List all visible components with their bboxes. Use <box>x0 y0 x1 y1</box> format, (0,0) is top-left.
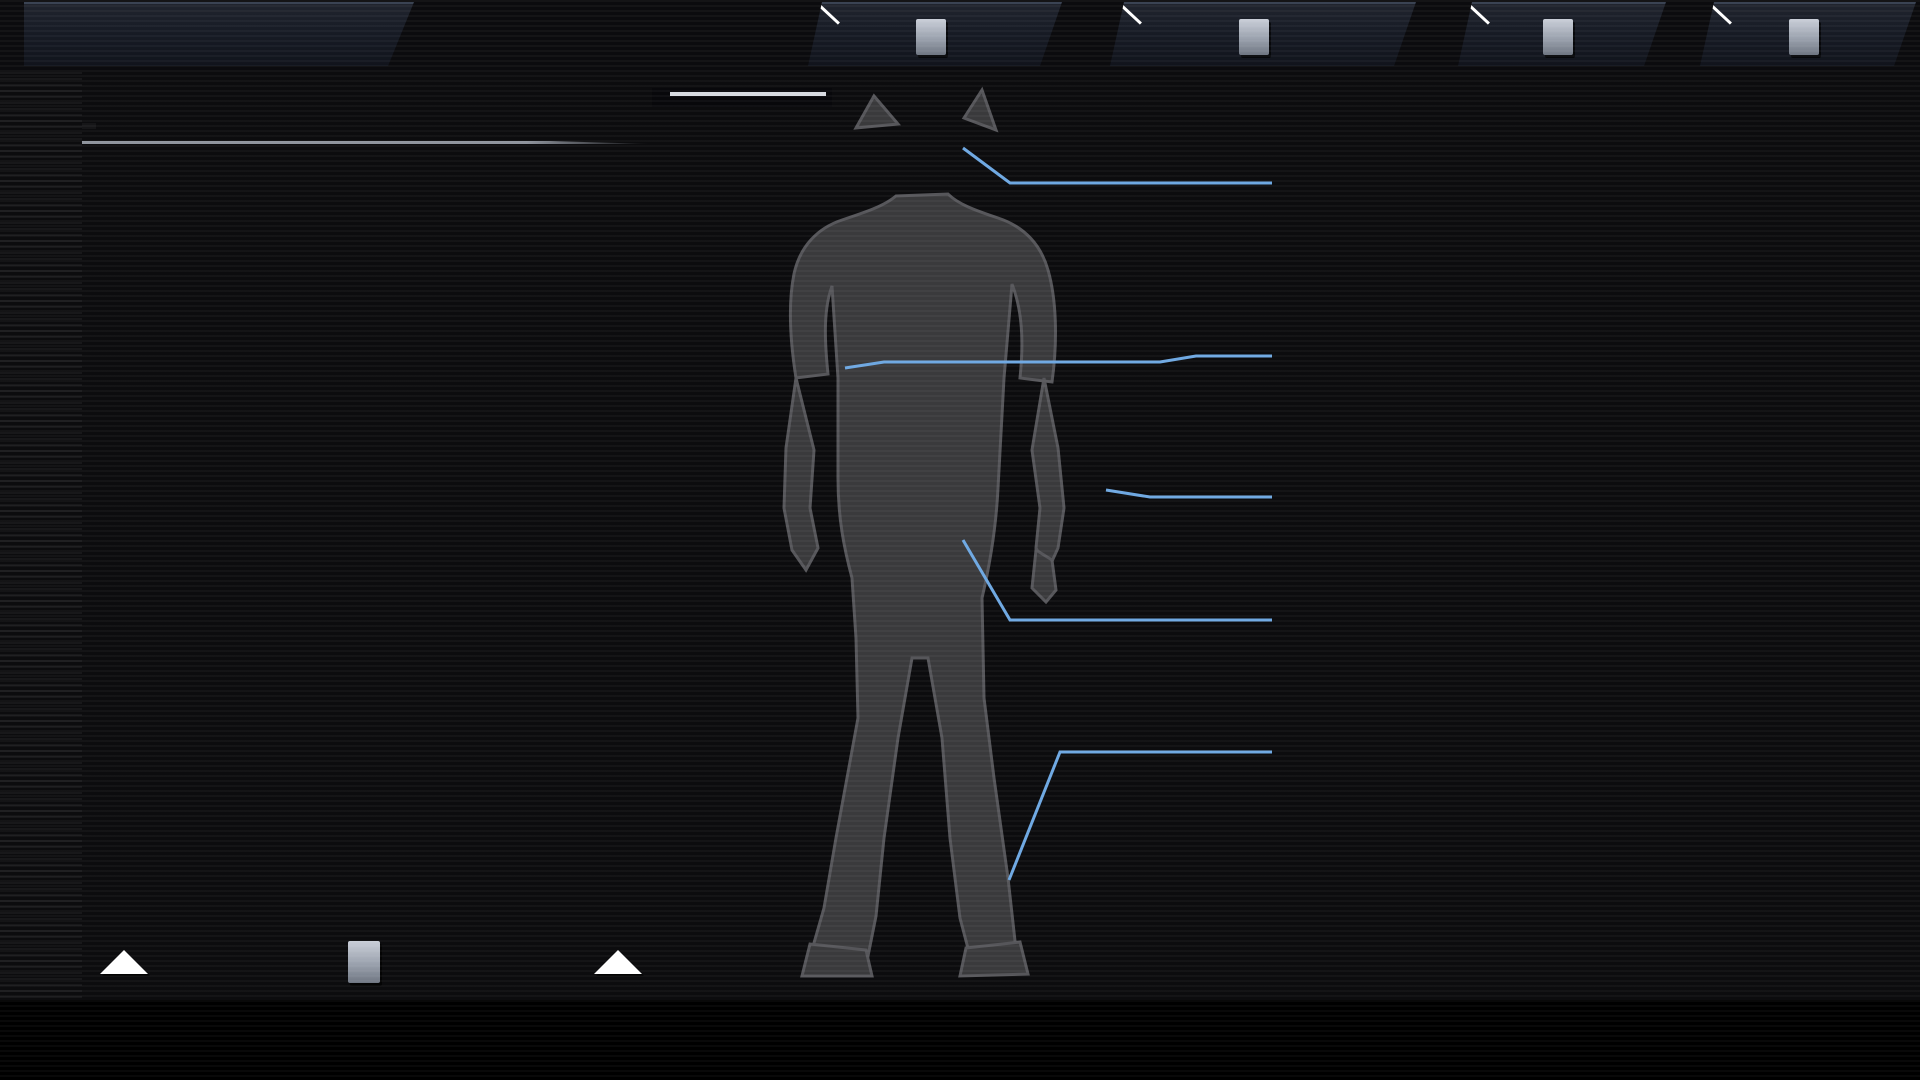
tab-highlight-edge <box>1466 2 1490 25</box>
tab-highlight-edge <box>1118 2 1142 25</box>
more-control[interactable] <box>348 941 394 983</box>
key-n-icon <box>1239 19 1269 55</box>
bottom-letterbox <box>0 1000 1920 1080</box>
modifiers-divider <box>82 141 652 144</box>
page-title <box>24 2 414 66</box>
modifiers-heading <box>82 106 660 146</box>
sort-button[interactable] <box>1110 2 1416 66</box>
scroll-up-arrow-right-icon[interactable] <box>594 950 642 974</box>
help-button[interactable] <box>1458 2 1666 66</box>
equipment-screen <box>0 0 1920 1080</box>
key-u-icon <box>348 941 380 983</box>
more-bar[interactable] <box>82 930 660 994</box>
character-silhouette <box>660 78 1260 983</box>
character-view <box>652 78 1260 983</box>
tab-highlight-edge <box>1708 2 1732 25</box>
left-edge-texture <box>0 72 82 1000</box>
stats-panel <box>82 92 660 982</box>
back-button[interactable] <box>1700 2 1916 66</box>
modifiers-heading-label <box>82 123 96 129</box>
key-b-icon <box>916 19 946 55</box>
top-bar <box>0 0 1920 72</box>
status-button[interactable] <box>808 2 1062 66</box>
equipment-slots-panel <box>1262 92 1882 982</box>
key-enter-icon <box>1789 19 1819 55</box>
scroll-up-arrow-left-icon[interactable] <box>100 950 148 974</box>
key-h-icon <box>1543 19 1573 55</box>
tab-highlight-edge <box>816 2 840 25</box>
